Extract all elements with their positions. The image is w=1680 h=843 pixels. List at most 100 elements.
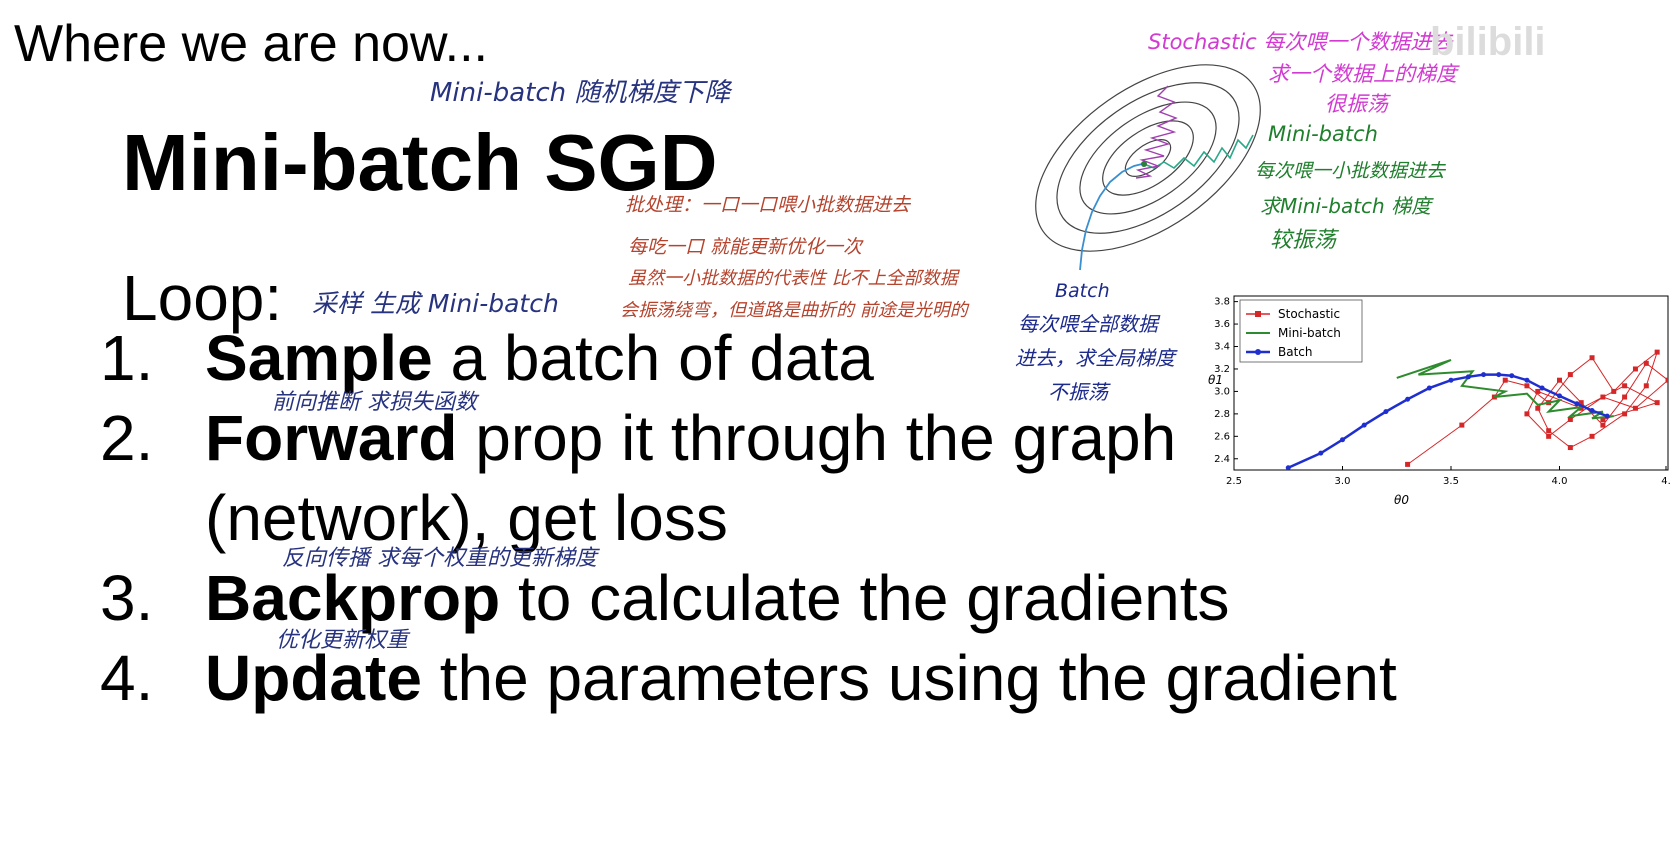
stochastic-point (1654, 400, 1660, 406)
stochastic-annotation-line-2: 求一个数据上的梯度 (1268, 62, 1457, 86)
minibatch-annotation-line-3: 求Mini-batch 梯度 (1260, 194, 1432, 218)
parameter-trajectory-chart: 2.5 3.0 3.5 4.0 4.2.42.62.83.03.23.43.63.8 θ… (1208, 295, 1670, 507)
stochastic-point (1665, 377, 1668, 383)
stochastic-point (1643, 360, 1649, 366)
title-annotation: Mini-batch 随机梯度下降 (430, 78, 731, 108)
stochastic-point (1567, 416, 1573, 422)
batch-point (1448, 377, 1454, 383)
stochastic-point (1557, 377, 1562, 383)
step-text: the parameters using the gradient (421, 642, 1397, 714)
batch-point (1509, 373, 1515, 379)
batch-point (1574, 401, 1580, 407)
x-tick-label: 3.0 (1335, 476, 1351, 487)
batch-point (1524, 377, 1530, 383)
legend-marker-stochastic (1255, 311, 1261, 317)
stochastic-point (1567, 445, 1573, 451)
batch-point (1539, 385, 1545, 391)
stochastic-point (1535, 388, 1541, 394)
chart-x-label: θ0 (1394, 493, 1409, 507)
batch-point (1496, 372, 1502, 378)
stochastic-point (1589, 355, 1595, 361)
chart-y-label: θ1 (1208, 373, 1223, 387)
stochastic-point (1654, 349, 1660, 355)
stochastic-point (1600, 394, 1606, 400)
red-annotation-line-4: 会振荡绕弯，但道路是曲折的 前途是光明的 (620, 300, 968, 321)
x-tick-label: 4. (1661, 476, 1670, 487)
stochastic-point (1567, 372, 1573, 378)
y-tick-label: 2.8 (1214, 409, 1230, 420)
batch-point (1361, 422, 1367, 428)
batch-point (1589, 408, 1595, 414)
stochastic-point (1535, 405, 1541, 411)
batch-point (1340, 437, 1345, 443)
chart-legend: Stochastic Mini-batch Batch (1239, 299, 1363, 363)
y-tick-label: 2.6 (1214, 431, 1230, 442)
step-number: 2. (100, 402, 154, 474)
batch-point (1481, 372, 1487, 378)
legend-label-minibatch: Mini-batch (1278, 326, 1341, 340)
stochastic-point (1643, 383, 1649, 389)
contour-ring (1035, 64, 1261, 252)
batch-point (1405, 396, 1411, 402)
stochastic-point (1546, 433, 1552, 439)
red-annotation-line-2: 每吃一口 就能更新优化一次 (628, 236, 863, 258)
stochastic-point (1459, 422, 1465, 428)
slide-header: Where we are now... (14, 15, 488, 73)
batch-point (1285, 465, 1291, 470)
x-tick-label: 4.0 (1552, 476, 1568, 487)
batch-point (1557, 393, 1562, 399)
stochastic-point (1632, 366, 1638, 372)
batch-point (1604, 413, 1610, 419)
red-annotation-line-1: 批处理：一口一口喂小批数据进去 (625, 194, 911, 216)
stochastic-point (1600, 422, 1606, 428)
contour-ring (1102, 120, 1194, 196)
step-forward: 2. Forward prop it through the graph (100, 402, 1200, 474)
batch-point (1426, 385, 1432, 391)
minibatch-annotation-line-4: 较振荡 (1270, 228, 1337, 253)
step-number: 1. (100, 322, 154, 394)
y-tick-label: 3.6 (1214, 319, 1230, 330)
batch-annotation-line-1: Batch (1055, 280, 1110, 302)
stochastic-point (1405, 461, 1411, 467)
batch-point (1318, 450, 1324, 456)
stochastic-point (1502, 377, 1508, 383)
y-tick-label: 3.8 (1214, 297, 1230, 308)
stochastic-point (1589, 433, 1595, 439)
update-annotation: 优化更新权重 (276, 628, 409, 653)
contour-center (1141, 161, 1147, 167)
red-annotation-line-3: 虽然一小批数据的代表性 比不上全部数据 (628, 268, 958, 289)
backprop-annotation: 反向传播 求每个权重的更新梯度 (282, 546, 597, 571)
legend-label-batch: Batch (1278, 345, 1313, 359)
stochastic-point (1622, 411, 1628, 417)
stochastic-point (1546, 428, 1552, 434)
batch-point (1465, 374, 1471, 380)
step-number: 3. (100, 562, 154, 634)
batch-path (1079, 163, 1143, 271)
step-text: a batch of data (432, 322, 874, 394)
minibatch-annotation-line-1: Mini-batch (1268, 122, 1378, 146)
sample-annotation: 采样 生成 Mini-batch (312, 289, 559, 318)
stochastic-annotation-line-3: 很振荡 (1325, 92, 1388, 116)
stochastic-point (1524, 411, 1530, 417)
x-tick-label: 2.5 (1226, 476, 1242, 487)
stochastic-point (1611, 388, 1617, 394)
step-forward-continued: (network), get loss (100, 482, 1200, 554)
x-tick-label: 3.5 (1443, 476, 1459, 487)
stochastic-point (1622, 383, 1628, 389)
legend-label-stochastic: Stochastic (1278, 307, 1340, 321)
step-text: to calculate the gradients (500, 562, 1230, 634)
minibatch-annotation-line-2: 每次喂一小批数据进去 (1255, 160, 1446, 182)
legend-marker-batch (1255, 349, 1261, 355)
step-number: 4. (100, 642, 154, 714)
batch-annotation-line-2: 每次喂全部数据 (1018, 312, 1158, 336)
batch-annotation-line-4: 不振荡 (1048, 380, 1108, 404)
stochastic-point (1632, 405, 1638, 411)
stochastic-point (1524, 383, 1530, 389)
watermark-logo: bilibili (1430, 20, 1546, 64)
batch-annotation-line-3: 进去，求全局梯度 (1015, 346, 1175, 370)
step-text: prop it through the graph (457, 402, 1177, 474)
y-tick-label: 2.4 (1214, 454, 1230, 465)
forward-annotation: 前向推断 求损失函数 (272, 390, 477, 415)
stochastic-point (1622, 394, 1628, 400)
y-tick-label: 3.4 (1214, 342, 1230, 353)
